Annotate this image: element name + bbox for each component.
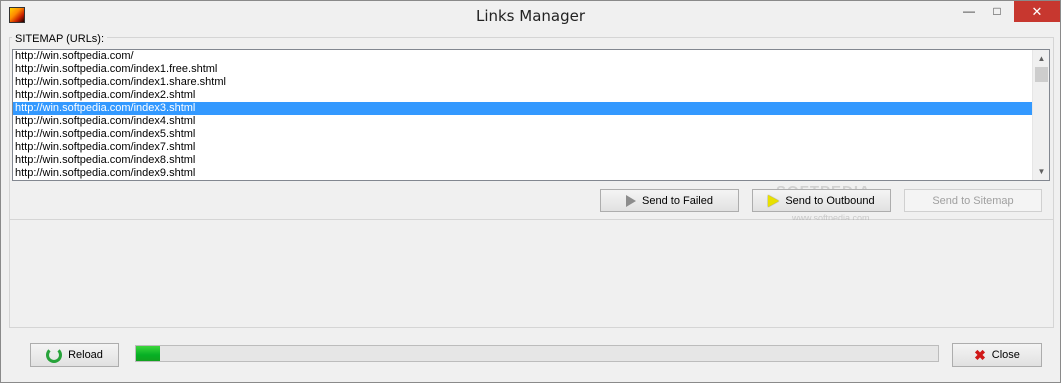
url-list-item[interactable]: http://win.softpedia.com/index1.share.sh… bbox=[13, 76, 1033, 89]
url-list-item[interactable]: http://win.softpedia.com/index2.shtml bbox=[13, 89, 1033, 102]
close-label: Close bbox=[991, 349, 1020, 361]
send-to-failed-button[interactable]: Send to Failed bbox=[600, 189, 739, 212]
maximize-button[interactable]: □ bbox=[984, 1, 1010, 22]
send-to-sitemap-label: Send to Sitemap bbox=[932, 194, 1014, 207]
url-list-items: http://win.softpedia.com/http://win.soft… bbox=[13, 50, 1033, 180]
sitemap-label: SITEMAP (URLs): bbox=[12, 33, 108, 45]
progress-fill bbox=[136, 346, 161, 361]
url-list-item[interactable]: http://win.softpedia.com/index3.shtml bbox=[13, 102, 1033, 115]
window-title: Links Manager bbox=[475, 7, 586, 25]
url-list-item[interactable]: http://win.softpedia.com/index9.shtml bbox=[13, 167, 1033, 180]
url-list-item[interactable]: http://win.softpedia.com/ bbox=[13, 50, 1033, 63]
close-button[interactable]: ✖ Close bbox=[952, 343, 1042, 367]
arrow-right-grey-icon bbox=[626, 194, 637, 207]
reload-icon bbox=[46, 347, 63, 363]
scroll-up-arrow-icon[interactable]: ▲ bbox=[1033, 50, 1049, 67]
send-to-outbound-label: Send to Outbound bbox=[785, 194, 875, 207]
send-to-sitemap-button[interactable]: Send to Sitemap bbox=[904, 189, 1042, 212]
send-to-failed-label: Send to Failed bbox=[642, 194, 713, 207]
progress-bar bbox=[135, 345, 939, 362]
url-list-item[interactable]: http://win.softpedia.com/index8.shtml bbox=[13, 154, 1033, 167]
url-list-item[interactable]: http://win.softpedia.com/index7.shtml bbox=[13, 141, 1033, 154]
scroll-down-arrow-icon[interactable]: ▼ bbox=[1033, 163, 1049, 180]
title-bar[interactable]: Links Manager — □ ✕ bbox=[1, 1, 1060, 31]
reload-label: Reload bbox=[68, 349, 103, 361]
close-x-icon: ✖ bbox=[974, 347, 986, 363]
list-vertical-scrollbar[interactable]: ▲ ▼ bbox=[1032, 50, 1049, 180]
arrow-right-yellow-icon bbox=[768, 194, 780, 207]
scroll-thumb[interactable] bbox=[1035, 67, 1048, 82]
links-manager-window: Links Manager — □ ✕ SITEMAP (URLs): http… bbox=[0, 0, 1061, 383]
url-list-item[interactable]: http://win.softpedia.com/index1.free.sht… bbox=[13, 63, 1033, 76]
close-window-button[interactable]: ✕ bbox=[1014, 1, 1060, 22]
minimize-button[interactable]: — bbox=[956, 1, 982, 22]
send-to-outbound-button[interactable]: Send to Outbound bbox=[752, 189, 891, 212]
empty-panel bbox=[9, 220, 1054, 328]
url-list-item[interactable]: http://win.softpedia.com/index4.shtml bbox=[13, 115, 1033, 128]
sitemap-url-list[interactable]: http://win.softpedia.com/http://win.soft… bbox=[12, 49, 1050, 181]
reload-button[interactable]: Reload bbox=[30, 343, 119, 367]
url-list-item[interactable]: http://win.softpedia.com/index5.shtml bbox=[13, 128, 1033, 141]
